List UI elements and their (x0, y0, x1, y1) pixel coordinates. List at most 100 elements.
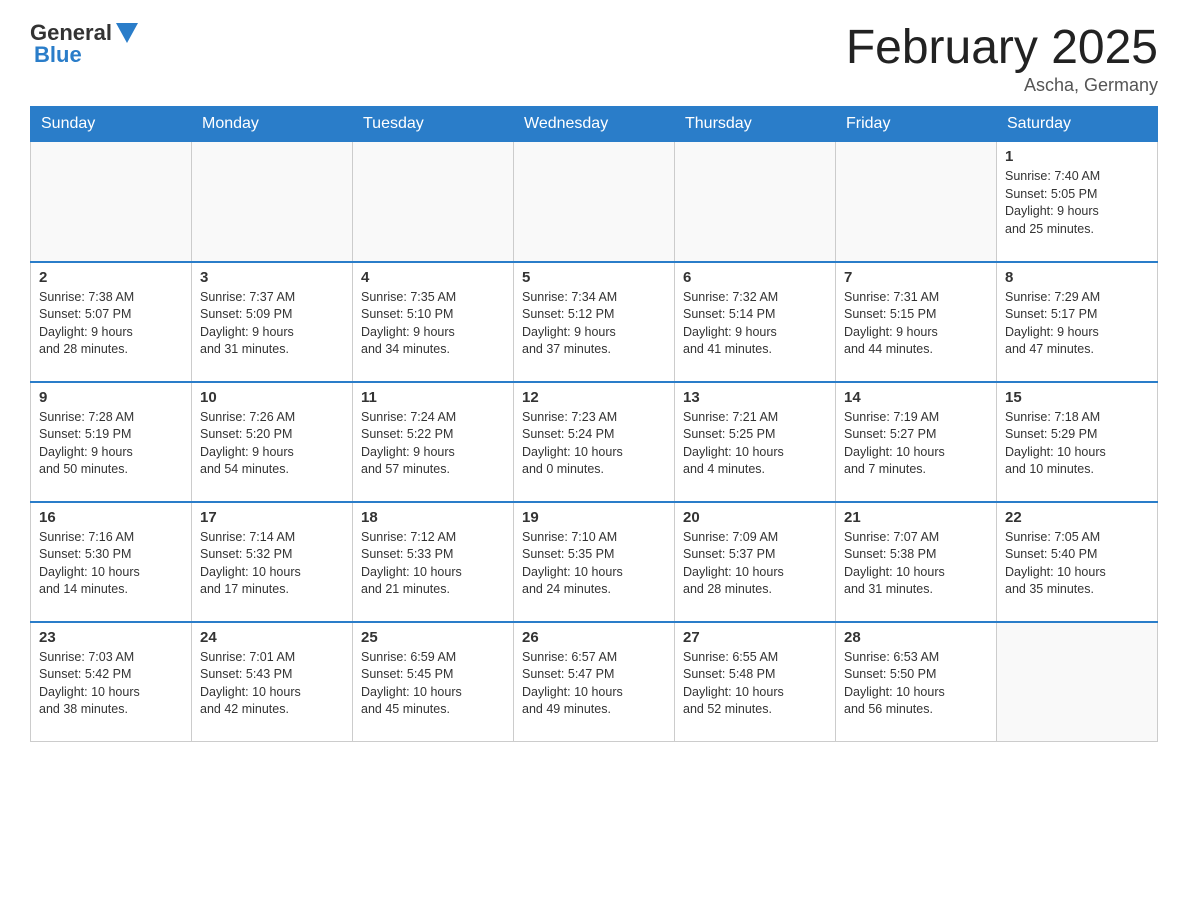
day-number: 28 (844, 629, 988, 646)
day-number: 16 (39, 509, 183, 526)
day-number: 27 (683, 629, 827, 646)
day-number: 17 (200, 509, 344, 526)
day-info: Sunrise: 7:16 AM Sunset: 5:30 PM Dayligh… (39, 529, 183, 599)
logo-arrow-icon (116, 23, 138, 43)
table-row: 14Sunrise: 7:19 AM Sunset: 5:27 PM Dayli… (836, 382, 997, 502)
day-number: 2 (39, 269, 183, 286)
day-info: Sunrise: 7:07 AM Sunset: 5:38 PM Dayligh… (844, 529, 988, 599)
day-info: Sunrise: 7:24 AM Sunset: 5:22 PM Dayligh… (361, 409, 505, 479)
calendar-week-row: 16 Sunrise: 7:16 AM Sunset: 5:30 PM Dayli… (31, 502, 1158, 622)
calendar-table: Sunday Monday Tuesday Wednesday Thursday… (30, 106, 1158, 742)
month-title: February 2025 (846, 20, 1158, 75)
table-row: 19 Sunrise: 7:10 AM Sunset: 5:35 PM Dayli… (514, 502, 675, 622)
page-header: General Blue February 2025 Ascha, German… (30, 20, 1158, 96)
day-info: Sunrise: 7:18 AM Sunset: 5:29 PM Dayligh… (1005, 409, 1149, 479)
header-sunday: Sunday (31, 107, 192, 142)
day-info: Sunrise: 7:26 AM Sunset: 5:20 PM Dayligh… (200, 409, 344, 479)
day-info: Sunrise: 7:09 AM Sunset: 5:37 PM Dayligh… (683, 529, 827, 599)
table-row: 10 Sunrise: 7:26 AM Sunset: 5:20 PM Dayli… (192, 382, 353, 502)
day-info: Sunrise: 7:10 AM Sunset: 5:35 PM Dayligh… (522, 529, 666, 599)
day-number: 21 (844, 509, 988, 526)
table-row: 27 Sunrise: 6:55 AM Sunset: 5:48 PM Dayli… (675, 622, 836, 742)
day-number: 18 (361, 509, 505, 526)
day-info: Sunrise: 7:40 AM Sunset: 5:05 PM Dayligh… (1005, 168, 1149, 238)
table-row: 7 Sunrise: 7:31 AM Sunset: 5:15 PM Daylig… (836, 262, 997, 382)
table-row (836, 142, 997, 262)
table-row: 8 Sunrise: 7:29 AM Sunset: 5:17 PM Daylig… (997, 262, 1158, 382)
day-info: Sunrise: 7:32 AM Sunset: 5:14 PM Dayligh… (683, 289, 827, 359)
header-tuesday: Tuesday (353, 107, 514, 142)
day-info: Sunrise: 7:14 AM Sunset: 5:32 PM Dayligh… (200, 529, 344, 599)
table-row: 6 Sunrise: 7:32 AM Sunset: 5:14 PM Daylig… (675, 262, 836, 382)
day-number: 22 (1005, 509, 1149, 526)
day-info: Sunrise: 7:29 AM Sunset: 5:17 PM Dayligh… (1005, 289, 1149, 359)
day-info: Sunrise: 7:35 AM Sunset: 5:10 PM Dayligh… (361, 289, 505, 359)
day-info: Sunrise: 7:38 AM Sunset: 5:07 PM Dayligh… (39, 289, 183, 359)
table-row: 5 Sunrise: 7:34 AM Sunset: 5:12 PM Daylig… (514, 262, 675, 382)
day-info: Sunrise: 7:12 AM Sunset: 5:33 PM Dayligh… (361, 529, 505, 599)
table-row: 17 Sunrise: 7:14 AM Sunset: 5:32 PM Dayli… (192, 502, 353, 622)
day-info: Sunrise: 7:23 AM Sunset: 5:24 PM Dayligh… (522, 409, 666, 479)
day-number: 25 (361, 629, 505, 646)
table-row: 9Sunrise: 7:28 AM Sunset: 5:19 PM Daylig… (31, 382, 192, 502)
day-info: Sunrise: 7:28 AM Sunset: 5:19 PM Dayligh… (39, 409, 183, 479)
day-number: 3 (200, 269, 344, 286)
day-info: Sunrise: 7:01 AM Sunset: 5:43 PM Dayligh… (200, 649, 344, 719)
day-number: 10 (200, 389, 344, 406)
header-saturday: Saturday (997, 107, 1158, 142)
calendar-week-row: 1 Sunrise: 7:40 AM Sunset: 5:05 PM Daylig… (31, 142, 1158, 262)
day-number: 26 (522, 629, 666, 646)
location: Ascha, Germany (846, 75, 1158, 96)
header-thursday: Thursday (675, 107, 836, 142)
day-number: 24 (200, 629, 344, 646)
table-row: 11 Sunrise: 7:24 AM Sunset: 5:22 PM Dayli… (353, 382, 514, 502)
table-row: 20Sunrise: 7:09 AM Sunset: 5:37 PM Dayli… (675, 502, 836, 622)
table-row: 12Sunrise: 7:23 AM Sunset: 5:24 PM Dayli… (514, 382, 675, 502)
day-info: Sunrise: 7:34 AM Sunset: 5:12 PM Dayligh… (522, 289, 666, 359)
day-info: Sunrise: 6:53 AM Sunset: 5:50 PM Dayligh… (844, 649, 988, 719)
calendar-week-row: 2 Sunrise: 7:38 AM Sunset: 5:07 PM Daylig… (31, 262, 1158, 382)
table-row: 22Sunrise: 7:05 AM Sunset: 5:40 PM Dayli… (997, 502, 1158, 622)
table-row: 15Sunrise: 7:18 AM Sunset: 5:29 PM Dayli… (997, 382, 1158, 502)
table-row: 26 Sunrise: 6:57 AM Sunset: 5:47 PM Dayli… (514, 622, 675, 742)
header-friday: Friday (836, 107, 997, 142)
day-number: 11 (361, 389, 505, 406)
table-row: 18 Sunrise: 7:12 AM Sunset: 5:33 PM Dayli… (353, 502, 514, 622)
day-number: 23 (39, 629, 183, 646)
day-info: Sunrise: 7:03 AM Sunset: 5:42 PM Dayligh… (39, 649, 183, 719)
table-row: 25Sunrise: 6:59 AM Sunset: 5:45 PM Dayli… (353, 622, 514, 742)
day-number: 5 (522, 269, 666, 286)
table-row: 4 Sunrise: 7:35 AM Sunset: 5:10 PM Daylig… (353, 262, 514, 382)
day-info: Sunrise: 6:57 AM Sunset: 5:47 PM Dayligh… (522, 649, 666, 719)
day-number: 14 (844, 389, 988, 406)
table-row (997, 622, 1158, 742)
table-row: 16 Sunrise: 7:16 AM Sunset: 5:30 PM Dayli… (31, 502, 192, 622)
day-info: Sunrise: 6:55 AM Sunset: 5:48 PM Dayligh… (683, 649, 827, 719)
calendar-week-row: 23 Sunrise: 7:03 AM Sunset: 5:42 PM Dayli… (31, 622, 1158, 742)
table-row: 13 Sunrise: 7:21 AM Sunset: 5:25 PM Dayli… (675, 382, 836, 502)
logo: General Blue (30, 20, 138, 68)
day-number: 1 (1005, 148, 1149, 165)
day-number: 4 (361, 269, 505, 286)
day-number: 13 (683, 389, 827, 406)
table-row: 28 Sunrise: 6:53 AM Sunset: 5:50 PM Dayli… (836, 622, 997, 742)
day-number: 8 (1005, 269, 1149, 286)
day-number: 7 (844, 269, 988, 286)
header-wednesday: Wednesday (514, 107, 675, 142)
day-info: Sunrise: 7:37 AM Sunset: 5:09 PM Dayligh… (200, 289, 344, 359)
table-row (675, 142, 836, 262)
table-row: 24 Sunrise: 7:01 AM Sunset: 5:43 PM Dayli… (192, 622, 353, 742)
table-row: 23 Sunrise: 7:03 AM Sunset: 5:42 PM Dayli… (31, 622, 192, 742)
day-info: Sunrise: 7:21 AM Sunset: 5:25 PM Dayligh… (683, 409, 827, 479)
table-row: 1 Sunrise: 7:40 AM Sunset: 5:05 PM Daylig… (997, 142, 1158, 262)
table-row (514, 142, 675, 262)
calendar-week-row: 9Sunrise: 7:28 AM Sunset: 5:19 PM Daylig… (31, 382, 1158, 502)
day-info: Sunrise: 7:31 AM Sunset: 5:15 PM Dayligh… (844, 289, 988, 359)
table-row (353, 142, 514, 262)
table-row: 2 Sunrise: 7:38 AM Sunset: 5:07 PM Daylig… (31, 262, 192, 382)
title-block: February 2025 Ascha, Germany (846, 20, 1158, 96)
calendar-header-row: Sunday Monday Tuesday Wednesday Thursday… (31, 107, 1158, 142)
day-number: 6 (683, 269, 827, 286)
table-row (192, 142, 353, 262)
day-number: 19 (522, 509, 666, 526)
